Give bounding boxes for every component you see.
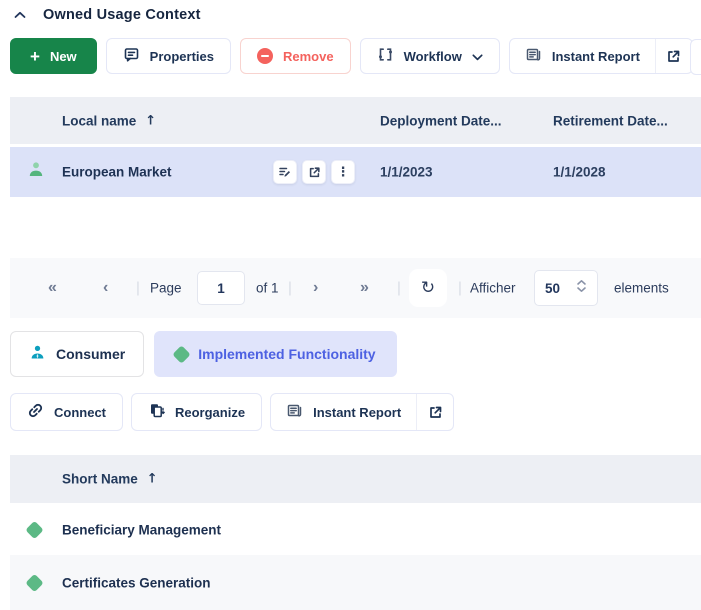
last-page-button[interactable]: » [360, 280, 369, 296]
consumer-person-icon [29, 344, 46, 364]
local-name-header-label: Local name [62, 113, 136, 128]
row-action-buttons: ⋮ [273, 160, 355, 184]
usage-table-header: Local name ↑ Deployment Date... Retireme… [10, 97, 701, 144]
section-title: Owned Usage Context [43, 7, 201, 23]
tab-consumer[interactable]: Consumer [10, 331, 144, 377]
page-size-label: Afficher [470, 281, 516, 296]
functionality-diamond-icon [173, 345, 191, 363]
instant-report-external-link-icon[interactable] [656, 39, 692, 73]
functionality-diamond-icon [25, 521, 43, 539]
properties-icon [123, 46, 140, 66]
owned-usage-context-panel: Owned Usage Context + New Properties Rem… [0, 0, 701, 610]
separator: | [288, 280, 292, 297]
plus-icon: + [30, 48, 40, 65]
column-header-retirement-date[interactable]: Retirement Date... [553, 113, 668, 128]
reorganize-button-label: Reorganize [175, 405, 245, 420]
row-short-name: Certificates Generation [62, 575, 211, 590]
row-local-name: European Market [62, 165, 172, 180]
remove-button[interactable]: Remove [240, 38, 351, 74]
toolbar-overflow-button-partial[interactable] [690, 39, 701, 75]
row-short-name: Beneficiary Management [62, 523, 221, 538]
functionality-table-header: Short Name ↑ [10, 455, 701, 503]
kebab-menu-icon[interactable]: ⋮ [331, 160, 355, 184]
tab-implemented-functionality-label: Implemented Functionality [198, 346, 375, 362]
tab-implemented-functionality[interactable]: Implemented Functionality [154, 331, 396, 377]
functionality-diamond-icon [25, 573, 43, 591]
page-size-select[interactable]: 50 [534, 270, 598, 306]
instant-report-2-external-link-icon[interactable] [417, 394, 453, 430]
row-retirement-date: 1/1/2028 [553, 165, 606, 180]
first-page-button[interactable]: « [48, 280, 57, 296]
instant-report-button[interactable]: Instant Report [510, 39, 656, 73]
workflow-button-label: Workflow [404, 49, 462, 64]
relation-actions-toolbar: Connect Reorganize [10, 393, 454, 431]
sort-ascending-icon: ↑ [145, 113, 156, 128]
properties-button[interactable]: Properties [106, 38, 231, 74]
page-label: Page [150, 281, 182, 296]
remove-button-label: Remove [283, 49, 334, 64]
connect-button-label: Connect [54, 405, 106, 420]
properties-button-label: Properties [150, 49, 214, 64]
short-name-header-label: Short Name [62, 472, 138, 487]
relation-tabs: Consumer Implemented Functionality [10, 331, 397, 377]
spinner-chevrons-icon [576, 279, 587, 298]
page-number-input[interactable] [197, 271, 245, 305]
reorganize-icon [148, 402, 165, 422]
open-row-external-link-icon[interactable] [302, 160, 326, 184]
link-icon [27, 402, 44, 422]
column-header-short-name[interactable]: Short Name ↑ [62, 472, 158, 487]
separator: | [397, 280, 401, 297]
market-user-icon [27, 161, 45, 184]
instant-report-button-label: Instant Report [552, 49, 640, 64]
kebab-glyph: ⋮ [337, 166, 350, 179]
tab-consumer-label: Consumer [56, 346, 125, 362]
instant-report-button-group: Instant Report [509, 38, 693, 74]
workflow-button[interactable]: Workflow [360, 38, 500, 74]
reorganize-button[interactable]: Reorganize [131, 393, 262, 431]
instant-report-button-2[interactable]: Instant Report [271, 394, 417, 430]
next-page-button[interactable]: › [313, 280, 318, 296]
instant-report-button-group-2: Instant Report [270, 393, 454, 431]
separator: | [458, 280, 462, 297]
page-count-label: of 1 [256, 281, 279, 296]
instant-report-button-2-label: Instant Report [313, 405, 401, 420]
chevron-down-icon [472, 49, 483, 64]
column-header-local-name[interactable]: Local name ↑ [62, 113, 156, 128]
collapse-chevron-up-icon[interactable] [12, 7, 28, 23]
table-row[interactable]: Certificates Generation [10, 555, 701, 610]
items-label: elements [614, 281, 669, 296]
separator: | [136, 280, 140, 297]
remove-minus-circle-icon [257, 48, 273, 64]
edit-row-icon[interactable] [273, 160, 297, 184]
new-button-label: New [50, 49, 77, 64]
page-size-value: 50 [545, 281, 560, 296]
connect-button[interactable]: Connect [10, 393, 123, 431]
previous-page-button[interactable]: ‹ [103, 280, 108, 296]
toolbar: + New Properties Remove [10, 38, 693, 74]
pagination-bar: « ‹ | Page of 1 | › » | ↻ | Afficher 50 … [10, 258, 701, 318]
workflow-icon [377, 46, 394, 66]
report-icon [525, 46, 542, 66]
refresh-icon[interactable]: ↻ [409, 269, 447, 307]
sort-ascending-icon: ↑ [147, 472, 158, 487]
column-header-deployment-date[interactable]: Deployment Date... [380, 113, 502, 128]
new-button[interactable]: + New [10, 38, 97, 74]
table-row[interactable]: Beneficiary Management [10, 505, 701, 555]
section-header: Owned Usage Context [12, 7, 201, 23]
table-row[interactable]: European Market ⋮ 1/1/2023 1/1/2028 [10, 147, 701, 197]
row-deployment-date: 1/1/2023 [380, 165, 433, 180]
report-icon [286, 402, 303, 422]
